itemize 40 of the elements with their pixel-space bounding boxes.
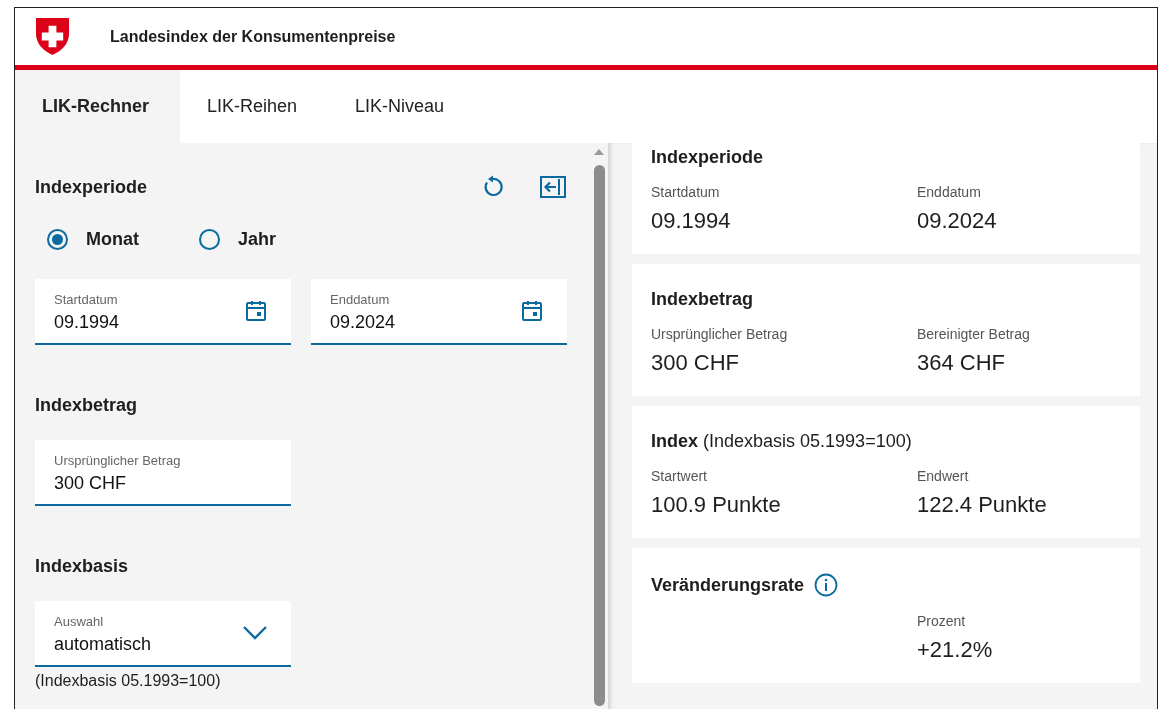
amount-field[interactable]: Ursprünglicher Betrag 300 CHF: [35, 440, 291, 506]
swiss-shield-logo: [35, 17, 70, 56]
date-field[interactable]: Startdatum 09.1994: [35, 279, 291, 345]
chevron-down-icon: [242, 625, 268, 641]
tab[interactable]: LIK-Rechner: [15, 70, 180, 143]
result-value: +21.2%: [917, 637, 994, 663]
result-value: 122.4 Punkte: [917, 492, 1048, 518]
result-label: Bereinigter Betrag: [917, 326, 1031, 342]
card-title: Indexperiode: [651, 147, 764, 168]
result-value: 300 CHF: [651, 350, 741, 376]
result-label: Endwert: [917, 468, 970, 484]
info-icon[interactable]: [814, 573, 839, 597]
card-title: Index (Indexbasis 05.1993=100): [651, 431, 912, 452]
result-value: 09.2024: [917, 208, 998, 234]
section-heading: Indexbetrag: [35, 395, 139, 416]
result-label: Startwert: [651, 468, 708, 484]
date-field[interactable]: Enddatum 09.2024: [311, 279, 567, 345]
radio-button[interactable]: [47, 229, 68, 250]
result-label: Prozent: [917, 613, 967, 629]
calendar-icon[interactable]: [244, 299, 268, 323]
select-field[interactable]: Auswahl automatisch: [35, 601, 291, 667]
basis-note: (Indexbasis 05.1993=100): [35, 672, 222, 690]
collapse-panel-icon[interactable]: [540, 175, 566, 199]
scroll-up-arrow-icon[interactable]: [594, 149, 604, 155]
radio-label: Jahr: [238, 229, 277, 250]
radio-button[interactable]: [199, 229, 220, 250]
section-heading: Indexperiode: [35, 176, 148, 198]
result-value: 364 CHF: [917, 350, 1007, 376]
result-value: 100.9 Punkte: [651, 492, 782, 518]
scrollbar-thumb[interactable]: [593, 165, 605, 706]
result-label: Startdatum: [651, 184, 721, 200]
result-label: Enddatum: [917, 184, 982, 200]
app-title: Landesindex der Konsumentenpreise: [110, 27, 396, 46]
section-heading: Indexbasis: [35, 556, 130, 577]
result-label: Ursprünglicher Betrag: [651, 326, 789, 342]
card-title: Veränderungsrate: [651, 574, 805, 596]
card-title: Indexbetrag: [651, 289, 754, 310]
calendar-icon[interactable]: [520, 299, 544, 323]
radio-label: Monat: [86, 229, 139, 250]
result-value: 09.1994: [651, 208, 732, 234]
